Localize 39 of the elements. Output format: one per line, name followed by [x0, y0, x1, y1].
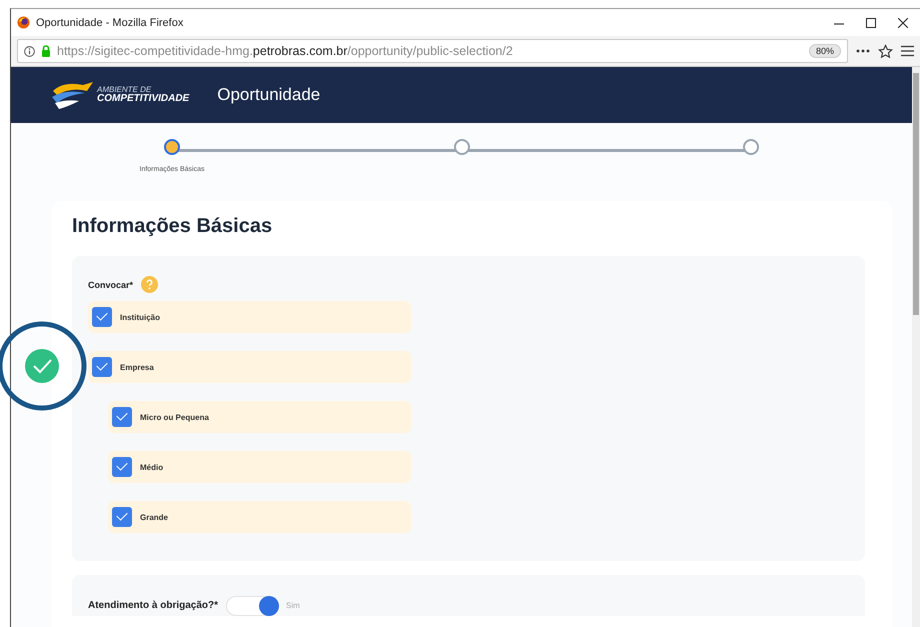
option-label: Instituição: [120, 312, 160, 322]
checkbox-option[interactable]: Instituição: [88, 301, 411, 333]
zoom-level[interactable]: 80%: [808, 44, 841, 58]
scrollbar-thumb[interactable]: [913, 73, 919, 315]
page-title: Oportunidade: [217, 85, 320, 105]
toggle-value: Sim: [286, 601, 300, 610]
window-title: Oportunidade - Mozilla Firefox: [36, 16, 184, 28]
section-heading: Informações Básicas: [72, 215, 274, 238]
option-label: Empresa: [120, 362, 154, 372]
field-label: Convocar*: [88, 280, 134, 290]
address-field[interactable]: https://sigitec-competitividade-hmg.petrobras.com.br/opportunity/public-selection/2 80%: [17, 39, 848, 63]
checkbox-option[interactable]: Médio: [108, 451, 411, 483]
logo-swoosh-icon: [49, 79, 95, 111]
checkbox[interactable]: [112, 457, 132, 477]
field-label: Atendimento à obrigação?*: [88, 600, 218, 611]
star-icon[interactable]: [878, 44, 893, 58]
checkbox[interactable]: [112, 507, 132, 527]
logo-text: COMPETITIVIDADE: [97, 94, 190, 104]
checkbox[interactable]: [92, 307, 112, 327]
lock-icon: [41, 45, 51, 57]
checkbox[interactable]: [92, 357, 112, 377]
option-label: Médio: [140, 462, 164, 472]
more-icon[interactable]: [856, 49, 870, 53]
menu-icon[interactable]: [901, 45, 914, 57]
step-marker[interactable]: [743, 139, 759, 155]
toggle-switch[interactable]: [226, 596, 278, 616]
browser-logo-icon: [17, 16, 30, 29]
option-label: Micro ou Pequena: [140, 412, 209, 422]
checkbox-option[interactable]: Micro ou Pequena: [108, 401, 411, 433]
checkbox[interactable]: [112, 407, 132, 427]
step-marker[interactable]: [164, 139, 180, 155]
logo-text: AMBIENTE DE: [97, 86, 152, 94]
option-label: Grande: [140, 512, 168, 522]
checkbox-option[interactable]: Empresa: [88, 351, 411, 383]
close-icon[interactable]: [898, 18, 908, 28]
maximize-icon[interactable]: [866, 18, 876, 28]
step-marker[interactable]: [454, 139, 470, 155]
info-icon[interactable]: [24, 46, 35, 56]
checkbox-option[interactable]: Grande: [108, 501, 411, 533]
